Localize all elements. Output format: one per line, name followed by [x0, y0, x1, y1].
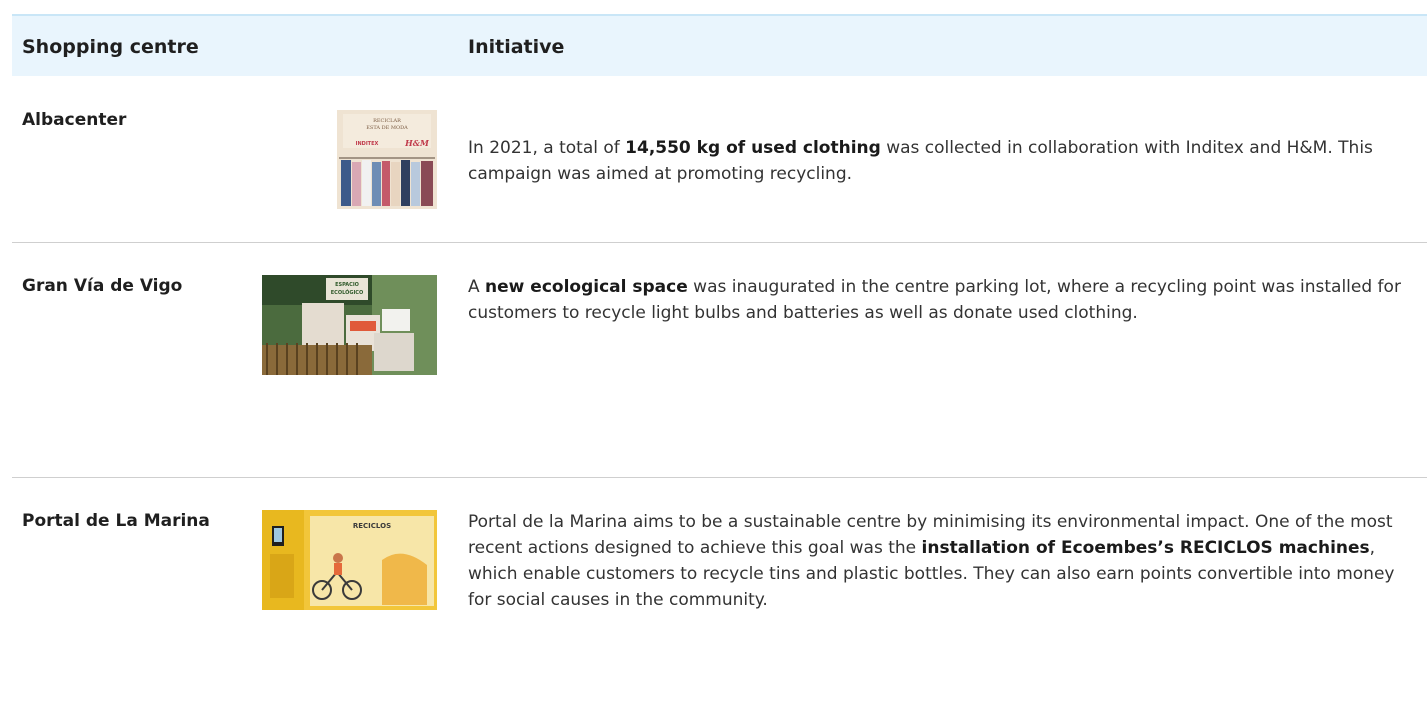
- centre-name-albacenter: Albacenter: [22, 110, 127, 130]
- photo-text-espacio: ESPACIO: [335, 282, 359, 288]
- initiative-highlight: 14,550 kg of used clothing: [625, 138, 881, 158]
- initiative-highlight: installation of Ecoembes’s RECICLOS mach…: [921, 538, 1370, 558]
- photo-text-hm: H&M: [404, 138, 430, 148]
- row-divider: [12, 477, 1427, 478]
- table-header: Shopping centre Initiative: [12, 16, 1427, 76]
- photo-text-reciclar: RECICLAR: [373, 118, 401, 124]
- photo-text-esta-de-moda: ESTA DE MODA: [366, 125, 408, 131]
- albacenter-clothing-photo: RECICLAR ESTA DE MODA INDITEX H&M: [337, 110, 437, 209]
- header-shopping-centre: Shopping centre: [22, 36, 199, 58]
- gran-via-ecological-space-photo: ESPACIO ECOLÓGICO: [262, 275, 437, 375]
- initiative-albacenter: In 2021, a total of 14,550 kg of used cl…: [468, 135, 1413, 187]
- initiative-portal-de-la-marina: Portal de la Marina aims to be a sustain…: [468, 509, 1413, 613]
- initiative-gran-via-de-vigo: A new ecological space was inaugurated i…: [468, 274, 1413, 326]
- initiative-text: In 2021, a total of: [468, 138, 626, 158]
- header-initiative: Initiative: [468, 36, 565, 58]
- photo-text-inditex: INDITEX: [356, 141, 379, 147]
- portal-marina-reciclos-machine-photo: RECICLOS: [262, 510, 437, 610]
- centre-name-gran-via-de-vigo: Gran Vía de Vigo: [22, 276, 183, 296]
- centre-name-portal-de-la-marina: Portal de La Marina: [22, 511, 210, 531]
- photo-text-reciclos: RECICLOS: [353, 522, 391, 530]
- initiative-highlight: new ecological space: [485, 277, 688, 297]
- initiative-text: A: [468, 277, 486, 297]
- row-divider: [12, 242, 1427, 243]
- photo-text-ecologico: ECOLÓGICO: [331, 289, 363, 296]
